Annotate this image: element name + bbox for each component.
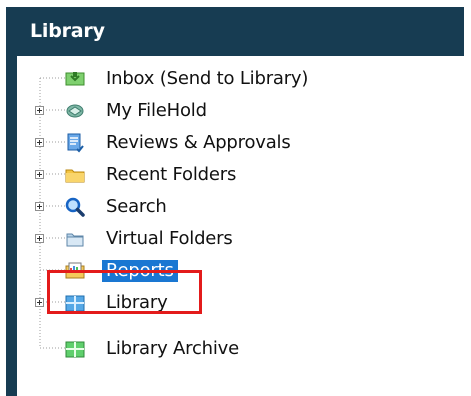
expand-toggle[interactable] xyxy=(35,202,44,211)
tree-item-recent-folders[interactable]: Recent Folders xyxy=(17,159,466,191)
tree-item-label: Recent Folders xyxy=(106,164,237,185)
library-archive-icon xyxy=(65,339,85,359)
expand-toggle[interactable] xyxy=(35,106,44,115)
tree-item-search[interactable]: Search xyxy=(17,191,466,223)
tree-item-label: Search xyxy=(106,196,167,217)
reviews-icon xyxy=(65,133,85,153)
virtual-folder-icon xyxy=(65,229,85,249)
my-filehold-icon xyxy=(65,101,85,121)
tree-item-my-filehold[interactable]: My FileHold xyxy=(17,95,466,127)
expand-toggle[interactable] xyxy=(35,234,44,243)
tree-item-label: Virtual Folders xyxy=(106,228,233,249)
folder-icon xyxy=(65,165,85,185)
panel-title: Library xyxy=(30,20,105,42)
expand-toggle[interactable] xyxy=(35,138,44,147)
tree-item-reviews-approvals[interactable]: Reviews & Approvals xyxy=(17,127,466,159)
expand-toggle[interactable] xyxy=(35,170,44,179)
tree-item-virtual-folders[interactable]: Virtual Folders xyxy=(17,223,466,255)
library-tree-container: Inbox (Send to Library) My FileHold Revi… xyxy=(17,56,466,396)
tree-item-label: Inbox (Send to Library) xyxy=(106,68,309,89)
tree-item-inbox[interactable]: Inbox (Send to Library) xyxy=(17,63,466,95)
tree-item-label: My FileHold xyxy=(106,100,207,121)
reports-highlight-box xyxy=(47,270,202,314)
search-icon xyxy=(65,197,85,217)
library-panel: Library Inbox (Send to Library) My FileH… xyxy=(6,7,466,396)
expand-toggle[interactable] xyxy=(35,298,44,307)
tree-item-label: Reviews & Approvals xyxy=(106,132,291,153)
tree-item-library-archive[interactable]: Library Archive xyxy=(17,333,466,365)
tree-item-label: Library Archive xyxy=(106,338,240,359)
inbox-icon xyxy=(65,69,85,89)
